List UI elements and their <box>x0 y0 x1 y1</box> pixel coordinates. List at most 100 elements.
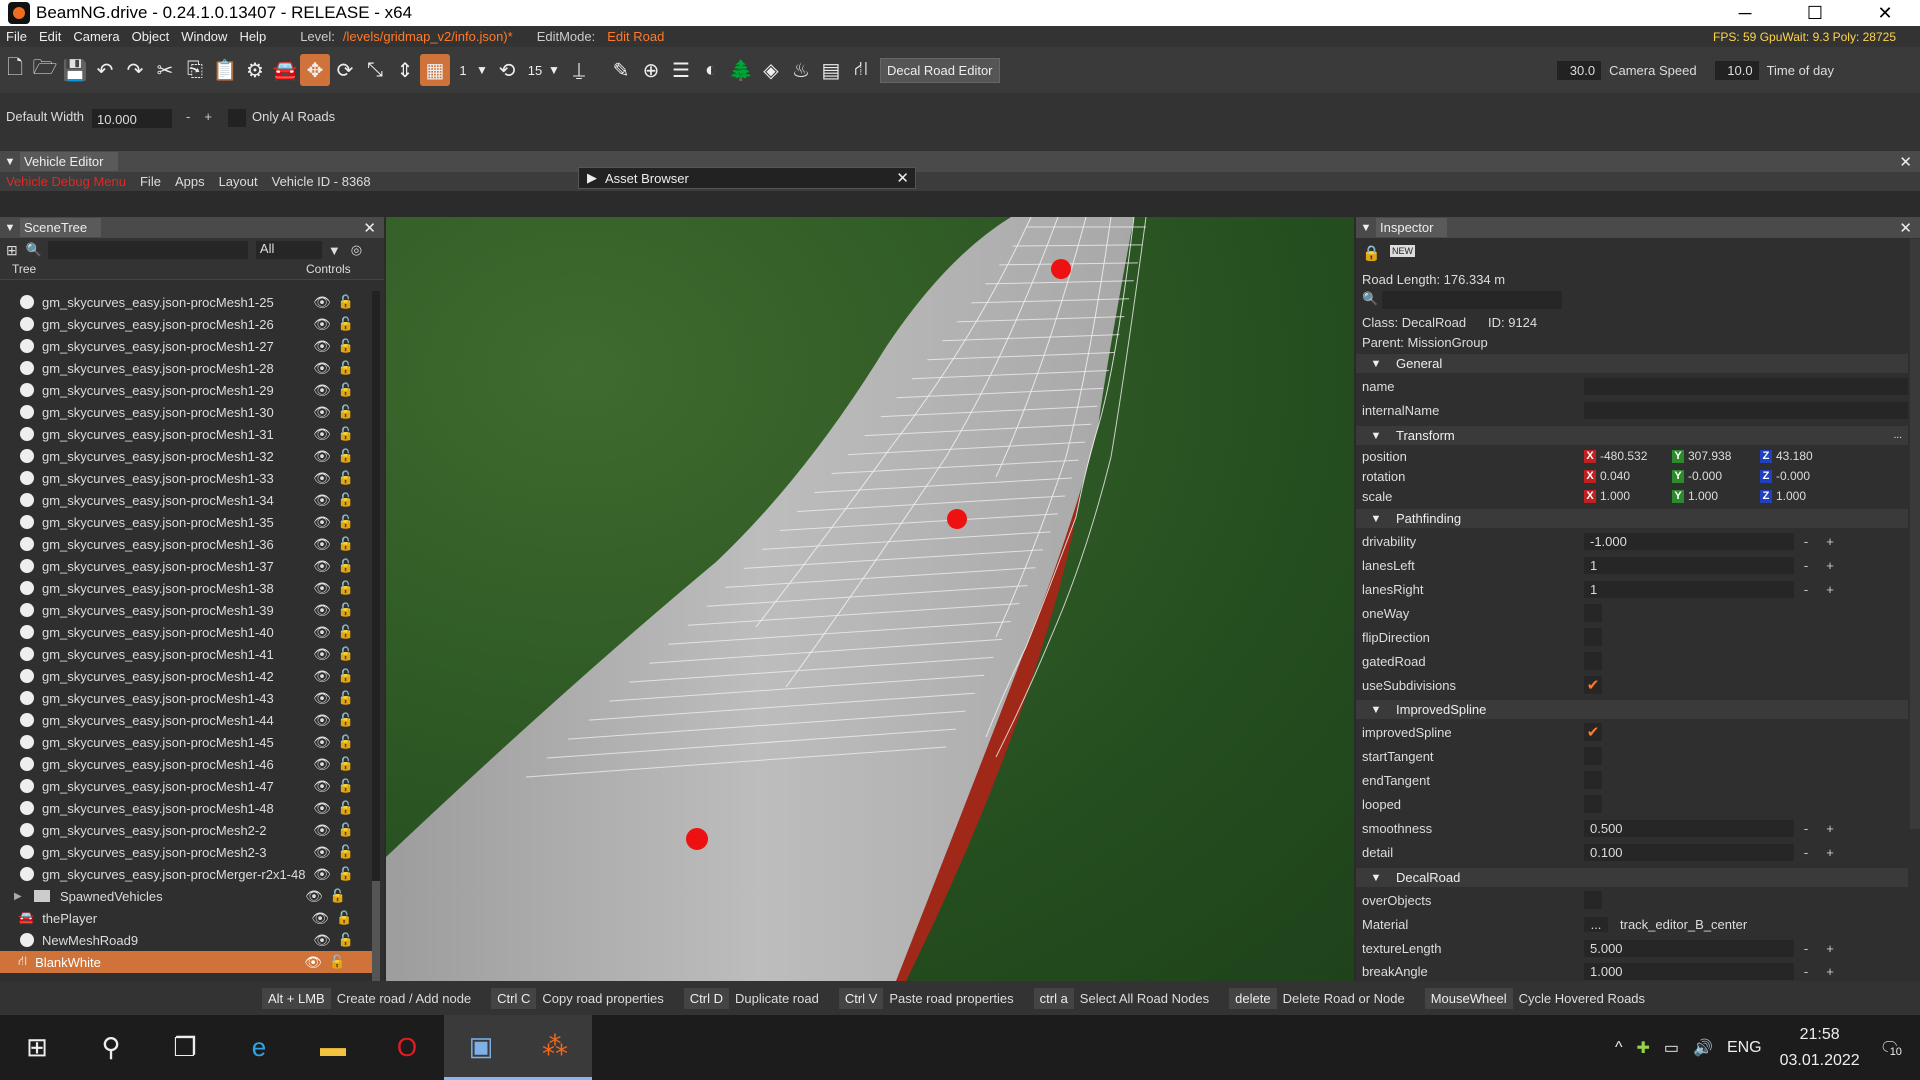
rotation-x[interactable]: X 0.040 <box>1584 469 1672 483</box>
tree-row-meshroad[interactable]: NewMeshRoad9 👁 🔓 <box>0 929 372 951</box>
vehicle-menu-apps[interactable]: Apps <box>175 174 205 189</box>
tree-row[interactable]: gm_skycurves_easy.json-procMesh1-28 👁 🔓 <box>0 357 372 379</box>
endtangent-checkbox[interactable] <box>1584 771 1602 789</box>
texturelength-plus[interactable]: + <box>1818 941 1842 956</box>
vehicle-menu-layout[interactable]: Layout <box>219 174 258 189</box>
layers-icon[interactable]: ◈ <box>756 54 786 86</box>
scale-y[interactable]: Y 1.000 <box>1672 489 1760 503</box>
edge-browser-icon[interactable]: e <box>222 1015 296 1080</box>
cut-icon[interactable]: ✂ <box>150 54 180 86</box>
breakangle-minus[interactable]: - <box>1794 964 1818 979</box>
lock-icon[interactable]: 🔓 <box>336 800 356 816</box>
material-browse-button[interactable]: ... <box>1584 916 1608 932</box>
visibility-eye-icon[interactable]: 👁 <box>308 778 336 795</box>
vehicle-debug-menu[interactable]: Vehicle Debug Menu <box>6 174 126 189</box>
undo-icon[interactable]: ↶ <box>90 54 120 86</box>
3d-viewport[interactable] <box>386 217 1354 981</box>
road-node-1[interactable] <box>1051 259 1071 279</box>
lock-icon[interactable]: 🔓 <box>336 668 356 684</box>
lock-icon[interactable]: 🔓 <box>336 822 356 838</box>
tree-row[interactable]: gm_skycurves_easy.json-procMesh1-45 👁 🔓 <box>0 731 372 753</box>
tree-row-selected[interactable]: ⛙ BlankWhite 👁 🔓 <box>0 951 372 973</box>
drivability-plus[interactable]: + <box>1818 534 1842 549</box>
smoothness-plus[interactable]: + <box>1818 821 1842 836</box>
translate-icon[interactable]: ✥ <box>300 54 330 86</box>
save-icon[interactable]: 💾 <box>60 54 90 86</box>
visibility-eye-icon[interactable]: 👁 <box>308 734 336 751</box>
lock-icon[interactable]: 🔒 <box>1362 244 1381 262</box>
drivability-minus[interactable]: - <box>1794 534 1818 549</box>
scenetree-search-input[interactable] <box>47 241 248 259</box>
lanesleft-plus[interactable]: + <box>1818 558 1842 573</box>
gatedroad-checkbox[interactable] <box>1584 652 1602 670</box>
visibility-eye-icon[interactable]: 👁 <box>308 448 336 465</box>
lock-icon[interactable]: 🔓 <box>336 558 356 574</box>
lock-icon[interactable]: 🔓 <box>336 382 356 398</box>
collapse-icon[interactable]: ▼ <box>0 156 20 168</box>
only-ai-roads-checkbox[interactable] <box>227 109 246 127</box>
lock-icon[interactable]: 🔓 <box>336 712 356 728</box>
section-decalroad[interactable]: ▼ DecalRoad <box>1356 868 1908 887</box>
rotation-y[interactable]: Y -0.000 <box>1672 469 1760 483</box>
road-node-3[interactable] <box>686 828 708 850</box>
lanesright-minus[interactable]: - <box>1794 582 1818 597</box>
lock-icon[interactable]: 🔓 <box>336 338 356 354</box>
grid-snap-dropdown-icon[interactable]: ▼ <box>476 63 492 77</box>
visibility-eye-icon[interactable]: 👁 <box>308 470 336 487</box>
tree-row[interactable]: gm_skycurves_easy.json-procMesh1-47 👁 🔓 <box>0 775 372 797</box>
visibility-eye-icon[interactable]: 👁 <box>308 668 336 685</box>
volume-icon[interactable]: 🔊 <box>1693 1038 1713 1058</box>
tree-row[interactable]: gm_skycurves_easy.json-procMesh1-25 👁 🔓 <box>0 291 372 313</box>
decal-road-icon[interactable]: ⛙ <box>846 54 876 86</box>
axis-icon[interactable]: ⇕ <box>390 54 420 86</box>
lock-icon[interactable]: 🔓 <box>336 404 356 420</box>
visibility-eye-icon[interactable]: 👁 <box>308 580 336 597</box>
drivability-input[interactable]: -1.000 <box>1584 532 1794 550</box>
material-value[interactable]: track_editor_B_center <box>1620 917 1747 932</box>
file-explorer-icon[interactable]: ▬ <box>296 1015 370 1080</box>
detail-plus[interactable]: + <box>1818 845 1842 860</box>
tree-row[interactable]: gm_skycurves_easy.json-procMesh1-42 👁 🔓 <box>0 665 372 687</box>
lock-icon[interactable]: 🔓 <box>336 624 356 640</box>
tree-row[interactable]: gm_skycurves_easy.json-procMesh1-38 👁 🔓 <box>0 577 372 599</box>
terrain-snap-icon[interactable]: ⍊ <box>564 54 594 86</box>
visibility-eye-icon[interactable]: 👁 <box>308 492 336 509</box>
smoothness-input[interactable]: 0.500 <box>1584 819 1794 837</box>
internalname-input[interactable] <box>1584 401 1908 419</box>
tree-row[interactable]: gm_skycurves_easy.json-procMesh1-33 👁 🔓 <box>0 467 372 489</box>
position-z[interactable]: Z 43.180 <box>1760 449 1848 463</box>
transform-more-button[interactable]: ... <box>1894 430 1902 441</box>
visibility-eye-icon[interactable]: 👁 <box>308 866 336 883</box>
lock-icon[interactable]: 🔓 <box>336 426 356 442</box>
tree-row[interactable]: gm_skycurves_easy.json-procMesh1-43 👁 🔓 <box>0 687 372 709</box>
tree-row[interactable]: gm_skycurves_easy.json-procMesh1-36 👁 🔓 <box>0 533 372 555</box>
scale-z[interactable]: Z 1.000 <box>1760 489 1848 503</box>
lanesright-plus[interactable]: + <box>1818 582 1842 597</box>
maximize-button[interactable]: ☐ <box>1780 0 1850 26</box>
visibility-eye-icon[interactable]: 👁 <box>308 426 336 443</box>
visibility-eye-icon[interactable]: 👁 <box>308 558 336 575</box>
inspector-search-input[interactable] <box>1382 291 1562 309</box>
tree-row[interactable]: gm_skycurves_easy.json-procMesh1-39 👁 🔓 <box>0 599 372 621</box>
inspector-scrollbar[interactable] <box>1910 239 1920 829</box>
filter-target-icon[interactable]: ◎ <box>351 242 362 258</box>
copy-icon[interactable]: ⎘ <box>180 54 210 86</box>
visibility-eye-icon[interactable]: 👁 <box>299 954 327 971</box>
oneway-checkbox[interactable] <box>1584 604 1602 622</box>
scale-x[interactable]: X 1.000 <box>1584 489 1672 503</box>
filter-dropdown-icon[interactable]: ▼ <box>328 243 341 258</box>
tree-row[interactable]: gm_skycurves_easy.json-procMesh1-46 👁 🔓 <box>0 753 372 775</box>
redo-icon[interactable]: ↷ <box>120 54 150 86</box>
visibility-eye-icon[interactable]: 👁 <box>308 690 336 707</box>
clock[interactable]: 21:58 03.01.2022 <box>1780 1022 1860 1074</box>
section-general[interactable]: ▼ General <box>1356 354 1908 373</box>
lanesleft-input[interactable]: 1 <box>1584 556 1794 574</box>
menu-camera[interactable]: Camera <box>67 29 125 44</box>
visibility-eye-icon[interactable]: 👁 <box>308 536 336 553</box>
grid-snap-icon[interactable]: ▦ <box>420 54 450 86</box>
lock-icon[interactable]: 🔓 <box>327 954 347 970</box>
visibility-eye-icon[interactable]: 👁 <box>308 382 336 399</box>
smoothness-minus[interactable]: - <box>1794 821 1818 836</box>
lock-icon[interactable]: 🔓 <box>336 646 356 662</box>
tray-chevron-icon[interactable]: ^ <box>1615 1039 1623 1057</box>
